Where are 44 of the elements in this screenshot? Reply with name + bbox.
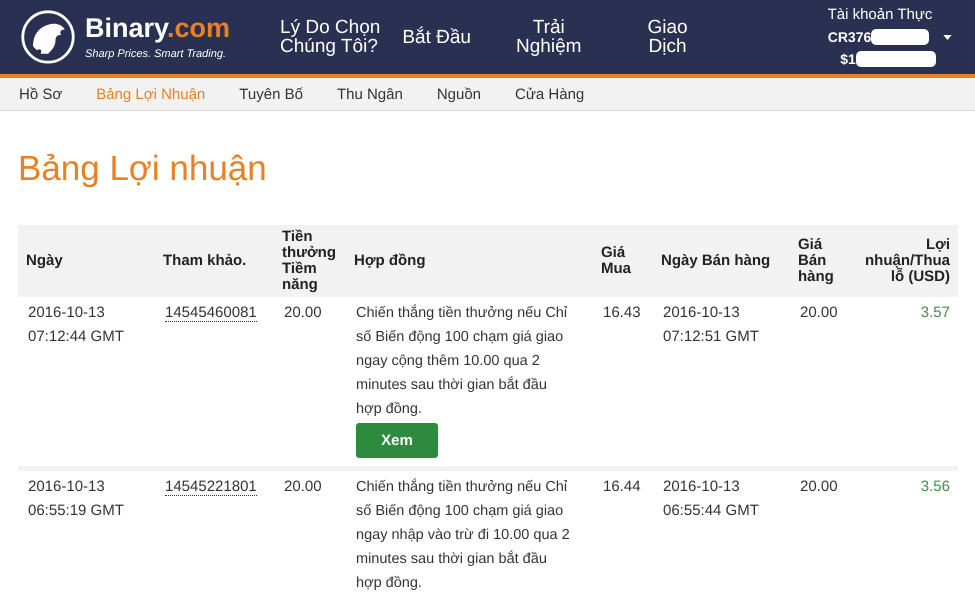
nav-link[interactable]: Trải Nghiệm bbox=[516, 18, 582, 56]
account-id: CR376 bbox=[828, 28, 872, 47]
page-title: Bảng Lợi nhuận bbox=[18, 149, 268, 189]
table-cell: 20.00 bbox=[274, 297, 346, 468]
column-header: Tiền thưởng Tiềm năng bbox=[274, 225, 346, 297]
nav-link[interactable]: Lý Do Chọn Chúng Tôi? bbox=[280, 18, 380, 56]
contract-description: Chiến thắng tiền thưởng nếu Chỉ số Biến động 100 chạm giá giao ngay cộng thêm 10.00 qua 2 minutes sau thời gian bắt đầu hợp đồng. bbox=[356, 303, 568, 419]
reference-link[interactable]: 14545221801 bbox=[165, 478, 257, 496]
table-cell: 2016-10-13 06:55:19 GMT bbox=[18, 468, 155, 595]
redaction-mark bbox=[871, 29, 930, 45]
brand-suffix[interactable]: .com bbox=[167, 13, 230, 43]
column-header: Giá Mua bbox=[593, 225, 653, 297]
table-cell: 3.57 bbox=[848, 297, 958, 468]
account-balance: $1 bbox=[840, 50, 856, 69]
column-header: Ngày bbox=[18, 225, 155, 297]
logo-icon[interactable] bbox=[20, 9, 76, 65]
caret-icon[interactable] bbox=[943, 34, 952, 40]
table-cell: 2016-10-13 07:12:51 GMT bbox=[653, 297, 790, 468]
table-cell: 20.00 bbox=[790, 468, 848, 595]
contract-description: Chiến thắng tiền thưởng nếu Chỉ số Biến động 100 chạm giá giao ngay nhập vào trừ đi 10.00 qua 2 minutes sau thời gian bắt đầu hợp đồng. bbox=[356, 477, 570, 593]
table-cell: 3.56 bbox=[848, 468, 958, 595]
sub-nav-tab[interactable]: Nguồn bbox=[436, 86, 482, 102]
sub-nav-tab[interactable]: Thu Ngân bbox=[336, 86, 403, 102]
table-cell: 2016-10-13 06:55:44 GMT bbox=[653, 468, 790, 595]
nav-link[interactable]: Bắt Đầu bbox=[402, 28, 471, 46]
account-type: Tài khoản Thực bbox=[828, 5, 932, 25]
table-cell: 20.00 bbox=[790, 297, 848, 468]
table-cell: 16.44 bbox=[593, 468, 653, 595]
sub-nav-tab[interactable]: Cửa Hàng bbox=[515, 86, 584, 102]
sub-nav-tab[interactable]: Hồ Sơ bbox=[19, 86, 62, 102]
table-cell: 20.00 bbox=[274, 468, 346, 595]
column-header: Hợp đồng bbox=[346, 225, 593, 297]
nav-link[interactable]: Giao Dịch bbox=[647, 18, 688, 56]
column-header: Ngày Bán hàng bbox=[653, 225, 790, 297]
table-cell: 16.43 bbox=[593, 297, 653, 468]
brand-tagline: Sharp Prices. Smart Trading. bbox=[85, 48, 228, 60]
column-header: Tham khảo. bbox=[155, 225, 274, 297]
brand-name[interactable]: Binary bbox=[85, 13, 168, 43]
reference-link[interactable]: 14545460081 bbox=[165, 304, 257, 322]
table-cell: 2016-10-13 07:12:44 GMT bbox=[18, 297, 155, 468]
column-header: Lợi nhuận/Thua lỗ (USD) bbox=[848, 225, 958, 297]
view-button[interactable]: Xem bbox=[356, 423, 438, 458]
sub-nav-tab[interactable]: Tuyên Bố bbox=[239, 86, 303, 102]
column-header: Giá Bán hàng bbox=[790, 225, 848, 297]
